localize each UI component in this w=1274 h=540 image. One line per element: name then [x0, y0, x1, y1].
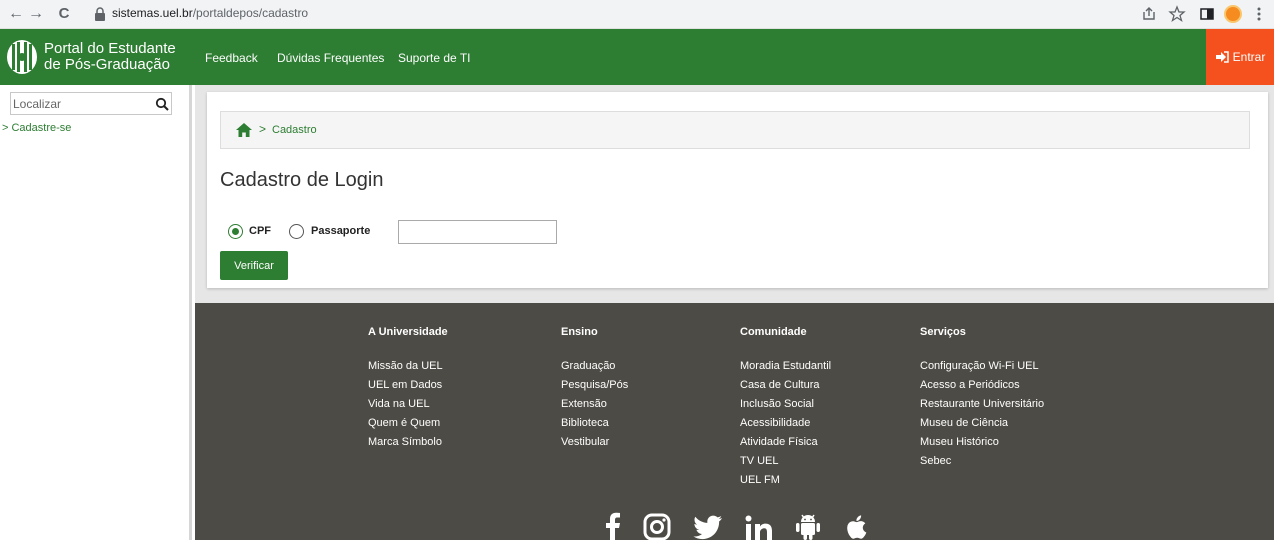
breadcrumb-separator: >: [259, 122, 267, 136]
footer-link[interactable]: Extensão: [561, 398, 628, 417]
home-icon[interactable]: [236, 123, 252, 137]
radio-cpf[interactable]: [228, 224, 243, 239]
uel-logo-icon[interactable]: [6, 39, 38, 75]
nav-it-support[interactable]: Suporte de TI: [398, 51, 471, 65]
menu-dots-icon[interactable]: [1250, 5, 1268, 23]
document-input[interactable]: [398, 220, 557, 244]
footer-link[interactable]: Museu de Ciência: [920, 417, 1044, 436]
footer-link[interactable]: Pesquisa/Pós: [561, 379, 628, 398]
footer-column-community: Comunidade Moradia Estudantil Casa de Cu…: [740, 326, 831, 493]
footer-link[interactable]: Configuração Wi-Fi UEL: [920, 360, 1044, 379]
footer-link[interactable]: Quem é Quem: [368, 417, 448, 436]
footer-link[interactable]: Graduação: [561, 360, 628, 379]
footer-link[interactable]: Inclusão Social: [740, 398, 831, 417]
sidebar-item-cadastre-se[interactable]: > Cadastre-se: [2, 122, 71, 134]
forward-button[interactable]: →: [26, 4, 46, 24]
verify-button[interactable]: Verificar: [220, 251, 288, 280]
radio-passport-label[interactable]: Passaporte: [311, 225, 370, 237]
search-icon[interactable]: [155, 97, 169, 111]
login-button[interactable]: Entrar: [1206, 29, 1274, 85]
footer-link[interactable]: Museu Histórico: [920, 436, 1044, 455]
site-footer: A Universidade Missão da UEL UEL em Dado…: [195, 303, 1274, 540]
footer-link[interactable]: Sebec: [920, 455, 1044, 474]
footer-link[interactable]: TV UEL: [740, 455, 831, 474]
footer-link[interactable]: UEL em Dados: [368, 379, 448, 398]
footer-link[interactable]: Missão da UEL: [368, 360, 448, 379]
footer-link[interactable]: Marca Símbolo: [368, 436, 448, 455]
browser-toolbar: ← → C sistemas.uel.br/portaldepos/cadast…: [0, 0, 1274, 29]
sidebar: > Cadastre-se: [0, 85, 192, 540]
search-input[interactable]: [13, 95, 143, 112]
sign-in-icon: [1215, 51, 1229, 63]
footer-heading: Serviços: [920, 326, 966, 338]
linkedin-icon[interactable]: [745, 515, 773, 540]
twitter-icon[interactable]: [693, 515, 723, 540]
breadcrumb: > Cadastro: [220, 111, 1250, 149]
lock-icon: [95, 7, 105, 21]
footer-column-university: A Universidade Missão da UEL UEL em Dado…: [368, 326, 448, 455]
form-card: > Cadastro Cadastro de Login CPF Passapo…: [207, 92, 1268, 288]
main-content: > Cadastro Cadastro de Login CPF Passapo…: [195, 85, 1274, 303]
profile-avatar[interactable]: [1224, 5, 1242, 23]
page-title: Cadastro de Login: [220, 169, 384, 191]
url-text[interactable]: sistemas.uel.br/portaldepos/cadastro: [112, 6, 308, 20]
nav-feedback[interactable]: Feedback: [205, 51, 258, 65]
side-panel-icon[interactable]: [1198, 5, 1216, 23]
reload-button[interactable]: C: [54, 4, 74, 24]
footer-link[interactable]: Vida na UEL: [368, 398, 448, 417]
footer-heading: Ensino: [561, 326, 598, 338]
footer-link[interactable]: Acessibilidade: [740, 417, 831, 436]
radio-cpf-label[interactable]: CPF: [249, 225, 271, 237]
nav-faq[interactable]: Dúvidas Frequentes: [277, 51, 384, 65]
instagram-icon[interactable]: [643, 513, 671, 540]
footer-column-services: Serviços Configuração Wi-Fi UEL Acesso a…: [920, 326, 1044, 474]
footer-link[interactable]: Moradia Estudantil: [740, 360, 831, 379]
footer-link[interactable]: Atividade Física: [740, 436, 831, 455]
facebook-icon[interactable]: [605, 511, 621, 540]
footer-column-teaching: Ensino Graduação Pesquisa/Pós Extensão B…: [561, 326, 628, 455]
android-icon[interactable]: [795, 513, 821, 540]
back-button[interactable]: ←: [6, 4, 26, 24]
share-icon[interactable]: [1140, 5, 1158, 23]
social-links: [605, 511, 867, 540]
radio-passport[interactable]: [289, 224, 304, 239]
footer-link[interactable]: Vestibular: [561, 436, 628, 455]
site-header: Portal do Estudante de Pós-Graduação Fee…: [0, 29, 1274, 85]
apple-icon[interactable]: [843, 513, 867, 540]
bookmark-star-icon[interactable]: [1168, 5, 1186, 23]
footer-link[interactable]: Biblioteca: [561, 417, 628, 436]
footer-link[interactable]: UEL FM: [740, 474, 831, 493]
search-box: [10, 92, 172, 115]
portal-title[interactable]: Portal do Estudante de Pós-Graduação: [44, 41, 176, 73]
footer-heading: A Universidade: [368, 326, 448, 338]
footer-link[interactable]: Acesso a Periódicos: [920, 379, 1044, 398]
footer-heading: Comunidade: [740, 326, 807, 338]
footer-link[interactable]: Restaurante Universitário: [920, 398, 1044, 417]
footer-link[interactable]: Casa de Cultura: [740, 379, 831, 398]
login-label: Entrar: [1232, 50, 1266, 64]
breadcrumb-current[interactable]: Cadastro: [272, 124, 317, 136]
